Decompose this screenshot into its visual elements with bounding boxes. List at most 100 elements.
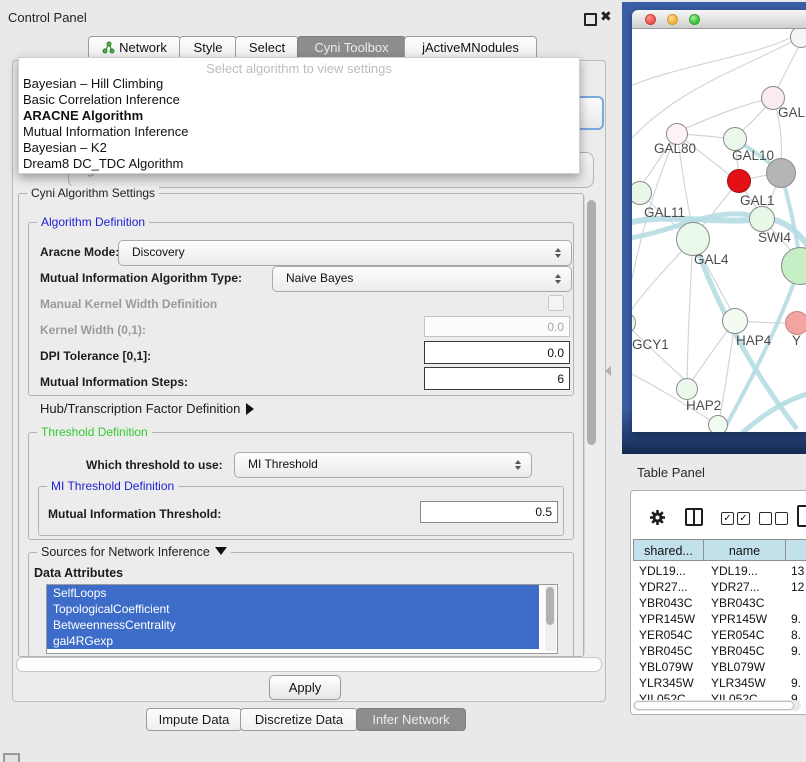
settings-scrollbar[interactable] (584, 196, 598, 654)
table-cell: YPR145W (639, 611, 695, 627)
algorithm-dropdown-popup: Select algorithm to view settings Bayesi… (18, 57, 580, 174)
tab-style[interactable]: Style (179, 36, 237, 59)
tab-infer-network[interactable]: Infer Network (356, 708, 466, 731)
tab-discretize-data[interactable]: Discretize Data (240, 708, 358, 731)
table-horizontal-scrollbar[interactable] (633, 700, 801, 711)
table-cell: 9. (791, 643, 801, 659)
algorithm-popup-item[interactable]: Dream8 DC_TDC Algorithm (19, 156, 579, 172)
data-attributes-items: SelfLoopsTopologicalCoefficientBetweenne… (47, 585, 557, 649)
split-columns-icon[interactable] (685, 508, 703, 526)
settings-horizontal-scrollbar[interactable] (16, 657, 602, 672)
combo-arrows-icon (514, 459, 522, 471)
minimize-traffic-light-icon[interactable] (667, 14, 678, 25)
apply-button[interactable]: Apply (269, 675, 341, 700)
table-cell: YBR043C (639, 595, 692, 611)
network-node-label: GAL10 (732, 148, 774, 163)
table-horizontal-scrollbar-thumb[interactable] (634, 701, 794, 710)
close-panel-icon[interactable]: ✖ (600, 8, 612, 25)
data-attribute-item[interactable]: TopologicalCoefficient (47, 601, 539, 617)
settings-scrollbar-thumb[interactable] (587, 200, 596, 445)
data-attribute-item[interactable]: gal4RGexp (47, 633, 539, 649)
table-cell: 12 (791, 579, 804, 595)
network-node[interactable] (708, 415, 728, 432)
column-header-shared[interactable]: shared... (633, 539, 704, 561)
column-header-name[interactable]: name (703, 539, 786, 561)
algorithm-popup-item[interactable]: Bayesian – Hill Climbing (19, 76, 579, 92)
float-panel-icon[interactable] (584, 13, 597, 26)
mi-threshold-definition-title: MI Threshold Definition (47, 479, 178, 493)
table-cell: YBL079W (639, 659, 693, 675)
expander-arrow-icon (246, 403, 254, 415)
table-row[interactable]: YDR27...YDR27...12 (631, 579, 806, 595)
network-canvas[interactable]: GALGAL80GAL10GAL1GAL11GAL4SWI4GCY1HAP4YH… (632, 29, 806, 432)
table-row[interactable]: YLR345WYLR345W9. (631, 675, 806, 691)
aracne-mode-label: Aracne Mode: (40, 245, 119, 259)
algorithm-popup-item[interactable]: ARACNE Algorithm (19, 108, 579, 124)
column-header-partial[interactable] (785, 539, 806, 561)
network-node[interactable] (676, 222, 710, 256)
gear-icon[interactable] (649, 509, 666, 531)
table-row[interactable]: YBR045CYBR045C9. (631, 643, 806, 659)
hub-definition-expander[interactable]: Hub/Transcription Factor Definition (40, 401, 254, 416)
manual-kernel-width-checkbox[interactable] (548, 295, 564, 311)
table-window: ✓ ✓ shared... name YDL19...YDL19...13YDR… (630, 490, 806, 715)
unchecked-checkbox-icon[interactable] (775, 512, 788, 525)
algorithm-popup-item[interactable]: Bayesian – K2 (19, 140, 579, 156)
table-cell: 8. (791, 627, 801, 643)
network-window-titlebar[interactable] (632, 10, 806, 29)
sources-group-title[interactable]: Sources for Network Inference (37, 545, 231, 559)
mi-steps-field[interactable] (424, 367, 570, 390)
data-attribute-item[interactable]: BetweennessCentrality (47, 617, 539, 633)
unchecked-checkbox-icon[interactable] (759, 512, 772, 525)
table-body: YDL19...YDL19...13YDR27...YDR27...12YBR0… (631, 563, 806, 703)
network-node[interactable] (676, 378, 698, 400)
document-icon[interactable] (797, 505, 806, 527)
dpi-tolerance-field[interactable] (424, 341, 570, 364)
table-row[interactable]: YBR043CYBR043C (631, 595, 806, 611)
network-node[interactable] (785, 311, 806, 335)
attributes-list-scrollbar-thumb[interactable] (546, 587, 554, 625)
mi-algorithm-type-combo[interactable]: Naive Bayes (272, 266, 572, 292)
tab-jactivemnodules[interactable]: jActiveMNodules (404, 36, 537, 59)
network-node[interactable] (722, 308, 748, 334)
network-node-label: GAL1 (740, 193, 775, 208)
network-node-label: HAP4 (736, 333, 771, 348)
table-row[interactable]: YBL079WYBL079W (631, 659, 806, 675)
table-header: shared... name (631, 539, 806, 563)
tab-impute-data[interactable]: Impute Data (146, 708, 242, 731)
table-cell: YER054C (639, 627, 692, 643)
checked-checkbox-icon[interactable]: ✓ (737, 512, 750, 525)
mi-threshold-label: Mutual Information Threshold: (48, 507, 221, 521)
attributes-list-scrollbar[interactable] (545, 585, 556, 651)
tab-network[interactable]: Network (88, 36, 181, 59)
table-row[interactable]: YPR145WYPR145W9. (631, 611, 806, 627)
aracne-mode-combo[interactable]: Discovery (118, 240, 572, 266)
table-cell: YLR345W (711, 675, 766, 691)
bottom-corner-icon[interactable] (3, 753, 20, 762)
which-threshold-combo[interactable]: MI Threshold (234, 452, 532, 478)
close-traffic-light-icon[interactable] (645, 14, 656, 25)
table-row[interactable]: YDL19...YDL19...13 (631, 563, 806, 579)
network-node[interactable] (749, 206, 775, 232)
mi-algorithm-type-label: Mutual Information Algorithm Type: (40, 271, 242, 285)
network-node[interactable] (727, 169, 751, 193)
network-window: GALGAL80GAL10GAL1GAL11GAL4SWI4GCY1HAP4YH… (632, 10, 806, 432)
mi-threshold-field[interactable] (420, 501, 558, 523)
table-row[interactable]: YER054CYER054C8. (631, 627, 806, 643)
data-attributes-list[interactable]: SelfLoopsTopologicalCoefficientBetweenne… (46, 584, 558, 654)
table-cell: YBR045C (639, 643, 692, 659)
tab-cyni-toolbox[interactable]: Cyni Toolbox (297, 36, 406, 59)
table-cell: 9. (791, 611, 801, 627)
algorithm-popup-item[interactable]: Mutual Information Inference (19, 124, 579, 140)
threshold-definition-title: Threshold Definition (37, 425, 152, 439)
network-node-label: Y (792, 333, 801, 348)
kernel-width-field[interactable] (424, 316, 570, 337)
checked-checkbox-icon[interactable]: ✓ (721, 512, 734, 525)
zoom-traffic-light-icon[interactable] (689, 14, 700, 25)
data-attribute-item[interactable]: SelfLoops (47, 585, 539, 601)
algorithm-popup-hint: Select algorithm to view settings (19, 58, 579, 76)
application-window: Control Panel ✖ Network Style Select Cyn… (0, 0, 806, 762)
splitter-grip-icon[interactable] (605, 366, 611, 376)
tab-select[interactable]: Select (235, 36, 299, 59)
algorithm-popup-item[interactable]: Basic Correlation Inference (19, 92, 579, 108)
